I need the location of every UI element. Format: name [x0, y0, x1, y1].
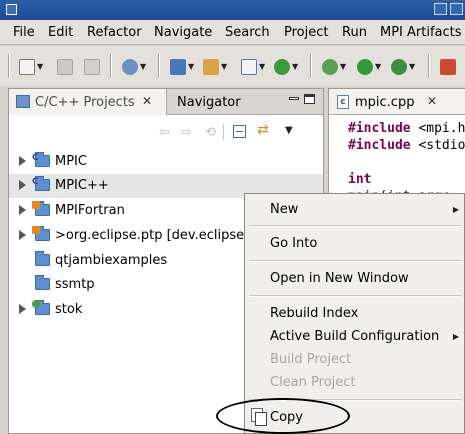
chevron-down-icon[interactable]: ▼ [340, 62, 346, 71]
project-overlay-icon [32, 300, 40, 308]
menu-item-clean-project: Clean Project [270, 375, 356, 390]
debug-icon[interactable] [322, 59, 338, 75]
menu-edit[interactable]: Edit [48, 25, 73, 40]
view-tab-bar: C/C++ Projects ✕ Navigator [9, 89, 323, 115]
code-line[interactable]: #include <mpi.h [348, 121, 465, 136]
expand-twisty-icon[interactable] [19, 230, 26, 240]
chevron-down-icon[interactable]: ▼ [375, 62, 381, 71]
chevron-down-icon[interactable]: ▼ [140, 62, 146, 71]
chevron-down-icon[interactable]: ▼ [221, 62, 227, 71]
expand-twisty-icon[interactable] [19, 180, 26, 190]
menu-mpi-artifacts[interactable]: MPI Artifacts [380, 25, 462, 40]
view-menu-icon[interactable]: ▼ [285, 125, 293, 136]
tree-item-label: ssmtp [55, 277, 95, 292]
maximize-view-button[interactable] [304, 94, 315, 104]
menu-item-open-in-new-window[interactable]: Open in New Window [270, 271, 409, 286]
new-class-icon[interactable] [241, 59, 257, 75]
menu-separator [249, 260, 462, 262]
code-line[interactable]: #include <stdio [348, 138, 465, 153]
view-toolbar: ⇦ ⇨ ⟲ ⇄ ▼ [9, 116, 323, 148]
new-c-project-icon[interactable] [170, 59, 186, 75]
menu-item-new[interactable]: New [270, 202, 298, 217]
toolbar-separator [110, 54, 112, 78]
cpp-file-icon: c [337, 95, 349, 109]
menu-item-build-project: Build Project [270, 352, 352, 367]
tree-item-label: MPIC [55, 154, 87, 169]
build-all-icon[interactable] [122, 59, 138, 75]
save-icon [57, 59, 73, 75]
c-project-overlay-icon: C [32, 177, 39, 187]
tab-cpp-projects-label: C/C++ Projects [35, 95, 135, 110]
menu-project[interactable]: Project [284, 25, 328, 40]
chevron-down-icon[interactable]: ▼ [409, 62, 415, 71]
tab-cpp-projects[interactable]: C/C++ Projects ✕ [9, 89, 167, 115]
submenu-arrow-icon: ▶ [452, 205, 459, 214]
submenu-arrow-icon: ▶ [452, 332, 459, 341]
project-folder-icon [35, 251, 50, 266]
maximize-window-button[interactable] [450, 3, 463, 15]
fortran-overlay-icon [32, 201, 40, 209]
toolbar-separator [158, 54, 160, 78]
perspective-icon[interactable] [440, 59, 456, 75]
close-icon[interactable]: ✕ [142, 94, 152, 108]
toolbar-separator [428, 54, 430, 78]
minimize-window-button[interactable] [434, 3, 447, 15]
new-icon[interactable] [19, 59, 35, 75]
menu-separator [249, 225, 462, 227]
run-icon[interactable] [357, 59, 373, 75]
menu-run[interactable]: Run [342, 25, 367, 40]
window-titlebar [0, 0, 465, 20]
menu-refactor[interactable]: Refactor [87, 25, 142, 40]
new-file-wizard-icon[interactable] [274, 59, 290, 75]
toolbar-separator [223, 124, 224, 140]
close-icon[interactable]: ✕ [427, 94, 437, 108]
tab-navigator[interactable]: Navigator [177, 95, 241, 110]
menu-separator [249, 295, 462, 297]
minimize-view-button[interactable] [289, 97, 299, 100]
chevron-down-icon[interactable]: ▼ [188, 62, 194, 71]
chevron-down-icon[interactable]: ▼ [37, 62, 43, 71]
code-line[interactable]: int [348, 172, 371, 187]
chevron-down-icon[interactable]: ▼ [292, 62, 298, 71]
print-icon [84, 59, 100, 75]
menu-search[interactable]: Search [225, 25, 270, 40]
external-tools-icon[interactable] [391, 59, 407, 75]
highlight-ellipse-annotation [216, 398, 350, 434]
menu-item-active-build-configuration[interactable]: Active Build Configuration [270, 329, 439, 344]
c-project-overlay-icon: C [32, 153, 39, 163]
expand-twisty-icon[interactable] [19, 304, 26, 314]
cpp-projects-icon [16, 95, 30, 108]
menu-navigate[interactable]: Navigate [154, 25, 212, 40]
toolbar-separator [310, 54, 312, 78]
tree-item-label: MPIC++ [55, 178, 109, 193]
toolbar-separator [8, 54, 10, 78]
menu-item-rebuild-index[interactable]: Rebuild Index [270, 306, 358, 321]
collapse-all-icon[interactable] [233, 125, 246, 138]
chevron-down-icon[interactable]: ▼ [259, 62, 265, 71]
editor-tab-bar: c mpic.cpp ✕ [329, 89, 465, 115]
tree-item-label: >org.eclipse.ptp [dev.eclipse [55, 228, 245, 243]
menu-file[interactable]: File [13, 25, 35, 40]
menu-item-go-into[interactable]: Go Into [270, 236, 317, 251]
cvs-overlay-icon [32, 226, 40, 234]
tree-item-label: MPIFortran [55, 203, 125, 218]
up-icon: ⟲ [205, 125, 216, 140]
expand-twisty-icon[interactable] [19, 156, 26, 166]
menubar: File Edit Refactor Navigate Search Proje… [0, 20, 465, 45]
tree-item-label: stok [55, 302, 83, 317]
new-folder-icon[interactable] [203, 59, 219, 75]
link-with-editor-icon[interactable]: ⇄ [257, 122, 269, 138]
project-folder-icon [35, 275, 50, 290]
back-icon: ⇦ [159, 125, 170, 140]
forward-icon: ⇨ [181, 125, 192, 140]
tree-item-label: qtjambiexamples [55, 253, 168, 268]
tree-item-mpic[interactable]: C MPIC [9, 150, 323, 174]
editor-tab-mpic-cpp[interactable]: mpic.cpp [355, 95, 414, 110]
expand-twisty-icon[interactable] [19, 205, 26, 215]
main-toolbar: ▼ ▼ ▼ ▼ ▼ ▼ ▼ ▼ ▼ [0, 46, 465, 86]
window-menu-icon[interactable] [6, 4, 17, 15]
